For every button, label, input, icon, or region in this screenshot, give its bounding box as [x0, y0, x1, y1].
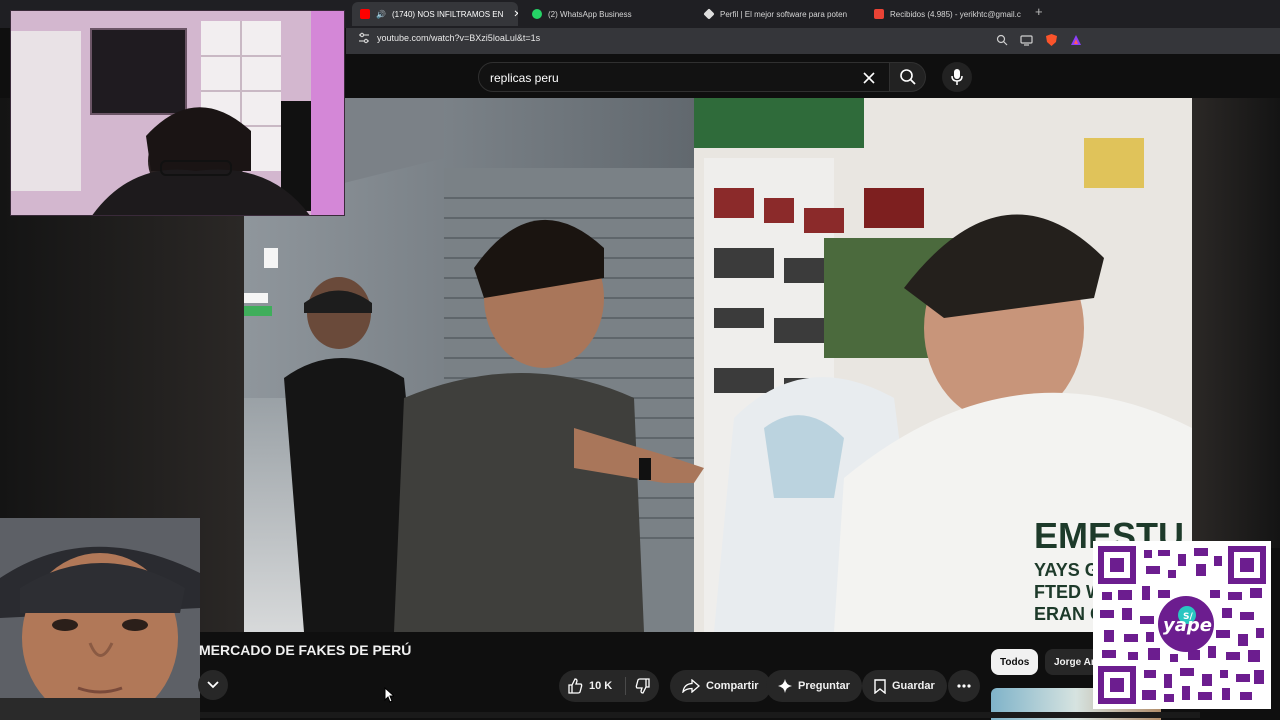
- zoom-icon[interactable]: [996, 34, 1008, 46]
- tab-label: Recibidos (4.985) - yerikhtc@gmail.c: [890, 9, 1021, 19]
- expand-description-button[interactable]: [198, 670, 228, 700]
- youtube-header: replicas peru: [346, 54, 1280, 98]
- yape-wordmark: yape: [1163, 615, 1212, 636]
- voice-search-button[interactable]: [942, 62, 972, 92]
- thumbs-down-icon: [635, 678, 650, 694]
- corner-overlay-text: M GASTAR E: [1230, 692, 1271, 712]
- thumbs-up-icon: [568, 678, 583, 694]
- diamond-icon: [703, 8, 715, 20]
- url-input[interactable]: youtube.com/watch?v=BXzi5loaLul&t=1s: [377, 33, 540, 43]
- search-button[interactable]: [890, 62, 926, 92]
- tab-label: (2) WhatsApp Business: [548, 9, 632, 19]
- dislike-button[interactable]: [626, 670, 659, 702]
- video-frame: EMESTU YAYS GRA FTED WI ERAN CO: [244, 98, 1192, 632]
- webcam-image: [11, 11, 344, 215]
- cast-icon[interactable]: [1020, 34, 1033, 46]
- screen: 🔊 (1740) NOS INFILTRAMOS EN ✕ (2) WhatsA…: [0, 0, 1280, 720]
- search-icon: [899, 69, 916, 85]
- tab-perfil[interactable]: Perfil | El mejor software para poten: [696, 2, 862, 26]
- share-icon: [682, 679, 700, 693]
- youtube-icon: [360, 9, 370, 19]
- mouse-cursor-icon: [384, 687, 394, 703]
- rewards-icon[interactable]: [1070, 34, 1082, 46]
- address-bar-actions: [996, 33, 1082, 47]
- bookmark-icon: [874, 678, 886, 694]
- tab-youtube[interactable]: 🔊 (1740) NOS INFILTRAMOS EN ✕: [352, 2, 518, 26]
- tab-label: (1740) NOS INFILTRAMOS EN: [391, 9, 504, 19]
- microphone-icon: [951, 69, 963, 85]
- guest-image: [0, 518, 200, 720]
- brave-shield-icon[interactable]: [1045, 33, 1058, 47]
- ambient-right: [1192, 98, 1280, 548]
- ask-button[interactable]: Preguntar: [766, 670, 862, 702]
- corner-text-line: GASTAR E: [1230, 702, 1271, 711]
- tab-label: Perfil | El mejor software para poten: [720, 9, 848, 19]
- chip-channel[interactable]: Jorge Ar: [1045, 649, 1100, 675]
- clear-search-icon[interactable]: [861, 70, 877, 86]
- share-button[interactable]: Compartir: [670, 670, 771, 702]
- new-tab-button[interactable]: +: [1035, 4, 1043, 19]
- corner-text-line: M: [1230, 692, 1237, 701]
- like-dislike-group: 10 K: [559, 670, 659, 702]
- share-label: Compartir: [706, 680, 759, 692]
- site-settings-icon[interactable]: [358, 32, 370, 44]
- like-count: 10 K: [589, 680, 613, 692]
- gmail-icon: [874, 9, 884, 19]
- like-button[interactable]: 10 K: [559, 670, 625, 702]
- speaker-icon: 🔊: [376, 9, 386, 19]
- search-input[interactable]: replicas peru: [490, 71, 559, 85]
- address-bar: youtube.com/watch?v=BXzi5loaLul&t=1s: [346, 28, 1280, 54]
- chevron-down-icon: [207, 681, 219, 689]
- more-horizontal-icon: [957, 684, 971, 688]
- save-label: Guardar: [892, 680, 935, 692]
- sparkle-icon: [778, 679, 792, 693]
- bottom-strip: [200, 712, 1200, 718]
- video-player[interactable]: EMESTU YAYS GRA FTED WI ERAN CO: [244, 98, 1192, 632]
- close-tab-icon[interactable]: ✕: [513, 9, 518, 20]
- whatsapp-icon: [532, 9, 542, 19]
- save-button[interactable]: Guardar: [862, 670, 947, 702]
- tab-gmail[interactable]: Recibidos (4.985) - yerikhtc@gmail.c: [866, 2, 1026, 26]
- video-title: MERCADO DE FAKES DE PERÚ: [199, 642, 412, 658]
- search-box[interactable]: replicas peru: [478, 62, 890, 92]
- tab-whatsapp[interactable]: (2) WhatsApp Business: [524, 2, 692, 26]
- streamer-webcam: [10, 10, 345, 216]
- guest-webcam: [0, 518, 200, 720]
- chip-todos[interactable]: Todos: [991, 649, 1039, 675]
- more-actions-button[interactable]: [948, 670, 980, 702]
- ask-label: Preguntar: [798, 680, 850, 692]
